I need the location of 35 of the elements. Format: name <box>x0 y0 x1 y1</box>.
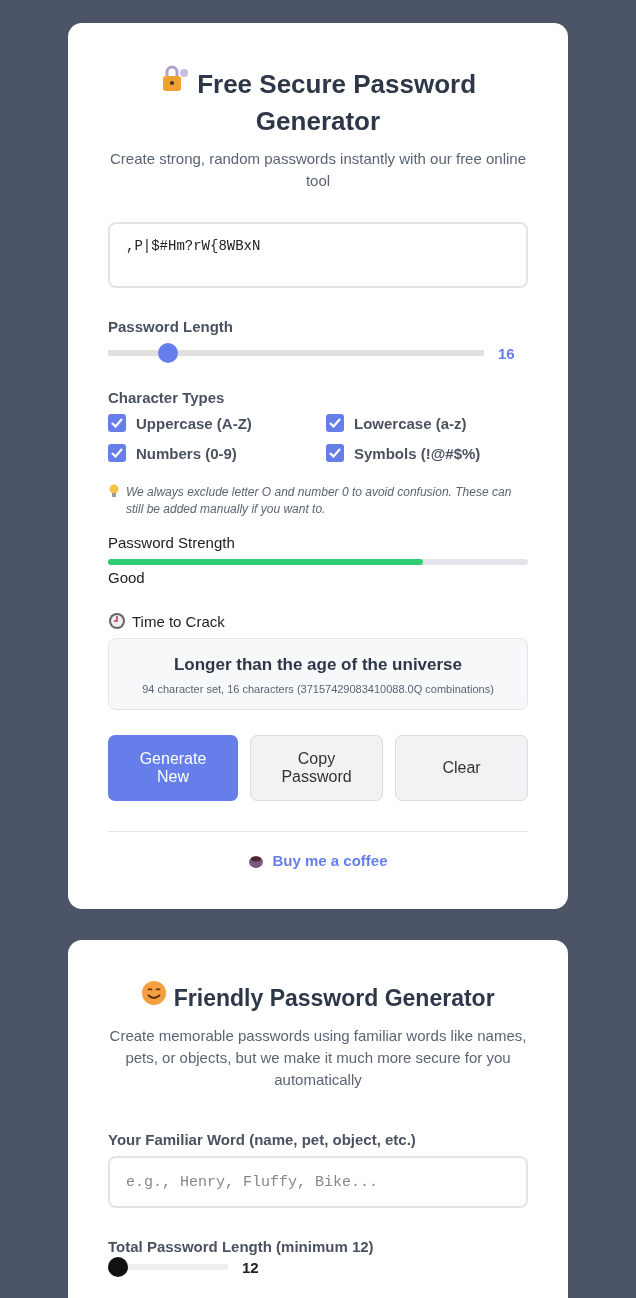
word-input[interactable]: e.g., Henry, Fluffy, Bike... <box>108 1156 528 1208</box>
checkbox-label: Numbers (0-9) <box>136 444 237 462</box>
copy-button[interactable]: Copy Password <box>250 735 383 801</box>
checkbox-label: Symbols (!@#$%) <box>354 444 481 462</box>
clear-button[interactable]: Clear <box>395 735 528 801</box>
length-value: 16 <box>498 344 516 362</box>
password-output[interactable]: ,P|$#Hm?rW{8WBxN <box>108 222 528 288</box>
field-label: Your Familiar Word (name, pet, object, etc.) <box>108 1131 417 1148</box>
checkbox[interactable] <box>108 414 126 432</box>
page-title: Free Secure Password Generator <box>128 63 508 140</box>
smiley-icon <box>141 980 168 1006</box>
section-label: Character Types <box>108 389 226 406</box>
lightbulb-icon <box>108 484 120 498</box>
info-note: We always exclude letter O and number 0 to avoid confusion. These can still be added manually if you want to. <box>126 484 513 518</box>
crack-time: Longer than the age of the universe <box>172 655 464 675</box>
checkbox-label: Uppercase (A-Z) <box>136 414 252 432</box>
strength-rating: Good <box>108 569 145 586</box>
checkbox[interactable] <box>108 444 126 462</box>
generate-button[interactable]: Generate New <box>108 735 238 801</box>
coffee-link[interactable]: Buy me a coffee <box>248 852 388 869</box>
slider-thumb[interactable] <box>108 1257 128 1277</box>
strength-label: Password Strength <box>108 534 236 551</box>
length-label: Total Password Length (minimum 12) <box>108 1238 375 1255</box>
checkbox[interactable] <box>326 414 344 432</box>
checkbox-label: Lowercase (a-z) <box>354 414 467 432</box>
subtitle: Create memorable passwords using familiar words like names, pets, or objects, but we make it much more secure for you automatically <box>108 1026 528 1090</box>
checkbox[interactable] <box>326 444 344 462</box>
clock-icon <box>108 612 126 630</box>
length-value: 12 <box>242 1258 260 1276</box>
length-label: Password Length <box>108 318 235 335</box>
crack-detail: 94 character set, 16 characters (37157429083410088.0Q combinations) <box>141 683 495 695</box>
crack-label: Time to Crack <box>132 612 225 630</box>
subtitle: Create strong, random passwords instantly with our free online tool <box>108 149 527 191</box>
section-title: Friendly Password Generator <box>108 980 528 1017</box>
slider-thumb[interactable] <box>158 343 179 363</box>
